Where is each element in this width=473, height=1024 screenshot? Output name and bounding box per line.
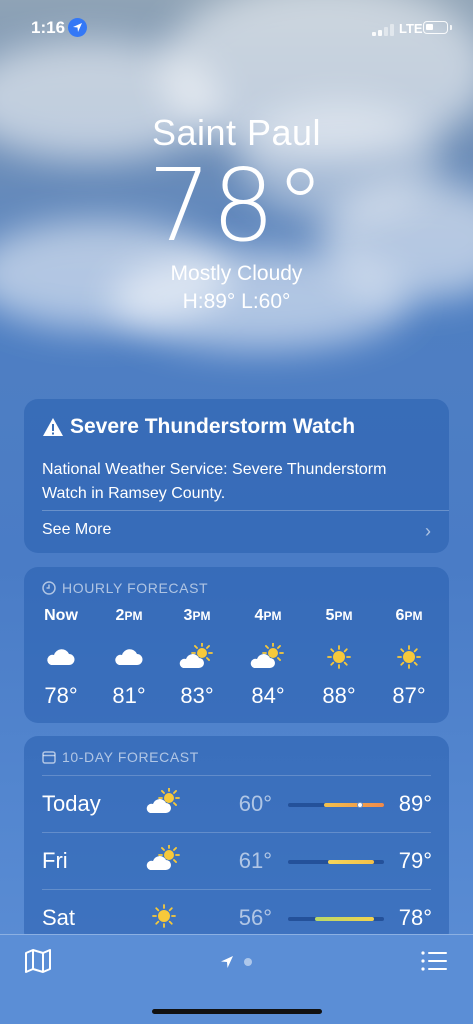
hour-temperature: 81° (112, 683, 146, 708)
ten-day-forecast-header: 10-DAY FORECAST (42, 749, 199, 765)
sun-icon (314, 643, 364, 669)
partly-sunny-icon (243, 642, 293, 669)
hour-temperature: 88° (322, 683, 356, 708)
ten-day-forecast-card[interactable]: 10-DAY FORECAST Today 60° 89° Fri 61° 79° Sat 5… (24, 736, 449, 946)
see-more-link[interactable]: See More (42, 521, 111, 539)
hour-temperature: 83° (180, 683, 214, 708)
alert-title: Severe Thunderstorm Watch (70, 415, 356, 438)
severe-weather-alert-card[interactable]: Severe Thunderstorm Watch National Weath… (24, 399, 449, 553)
current-temperature-marker (357, 802, 363, 808)
sun-icon (384, 643, 434, 669)
temperature-range-fill (314, 917, 375, 921)
list-icon[interactable] (421, 950, 447, 972)
condition-text: Mostly Cloudy (170, 262, 303, 285)
page-indicator-dot[interactable] (244, 958, 252, 966)
temperature-range-fill (328, 860, 375, 864)
home-indicator[interactable] (152, 1009, 322, 1014)
clock-icon (42, 581, 56, 595)
battery-icon (423, 21, 448, 34)
alert-title-row: Severe Thunderstorm Watch (42, 415, 355, 439)
temperature-range-bar (288, 802, 384, 808)
warning-triangle-icon (43, 418, 63, 436)
current-temperature: 78° (147, 147, 326, 264)
alert-body: National Weather Service: Severe Thunder… (42, 461, 387, 502)
hour-temperature: 87° (392, 683, 426, 708)
partly-sunny-icon (172, 642, 222, 669)
hourly-forecast-title: HOURLY FORECAST (62, 580, 209, 596)
hour-label: 5PM (325, 607, 353, 624)
sun-icon (146, 902, 182, 930)
day-high-temperature: 78° (398, 905, 432, 930)
cloud-icon (36, 643, 86, 669)
partly-sunny-icon (146, 844, 182, 873)
ten-day-forecast-title: 10-DAY FORECAST (62, 749, 199, 765)
hour-label: 2PM (115, 607, 143, 624)
current-conditions: Saint Paul 78° Mostly Cloudy H:89° L:60° (0, 112, 473, 314)
day-low-temperature: 61° (238, 848, 272, 873)
hour-label: 6PM (395, 607, 423, 624)
alert-divider (42, 510, 449, 511)
temperature-range-bar (288, 917, 384, 921)
day-low-temperature: 60° (238, 791, 272, 816)
day-row[interactable]: Fri 61° 79° (42, 832, 432, 890)
bottom-toolbar (0, 934, 473, 1024)
temperature-range-bar (288, 860, 384, 864)
location-arrow-icon[interactable] (220, 955, 234, 969)
hour-temperature: 78° (44, 683, 78, 708)
day-low-temperature: 56° (238, 905, 272, 930)
hour-label: 4PM (254, 607, 282, 624)
calendar-icon (42, 751, 56, 764)
network-type: LTE (399, 21, 423, 36)
status-bar: 1:16 LTE (0, 0, 473, 56)
partly-sunny-icon (146, 787, 182, 816)
temperature-range-fill (324, 803, 384, 807)
hour-temperature: 84° (251, 683, 285, 708)
day-name: Today (42, 791, 101, 816)
cellular-signal-icon (372, 24, 396, 36)
day-high-temperature: 89° (398, 791, 432, 816)
day-high-temperature: 79° (398, 848, 432, 873)
day-name: Sat (42, 905, 76, 930)
hour-label: 3PM (183, 607, 211, 624)
battery-tip (450, 25, 452, 30)
hourly-forecast-header: HOURLY FORECAST (42, 580, 208, 596)
hour-label: Now (44, 607, 78, 624)
chevron-right-icon[interactable]: › (425, 521, 431, 542)
cloud-icon (104, 643, 154, 669)
high-low-text: H:89° L:60° (182, 290, 291, 313)
day-row[interactable]: Today 60° 89° (42, 775, 432, 833)
map-icon[interactable] (24, 948, 52, 974)
status-time: 1:16 (31, 18, 66, 37)
day-name: Fri (42, 848, 68, 873)
location-arrow-icon (68, 18, 87, 37)
hourly-forecast-card[interactable]: HOURLY FORECAST Now 78° 2PM 81° 3PM 83° 4PM 84°… (24, 567, 449, 723)
